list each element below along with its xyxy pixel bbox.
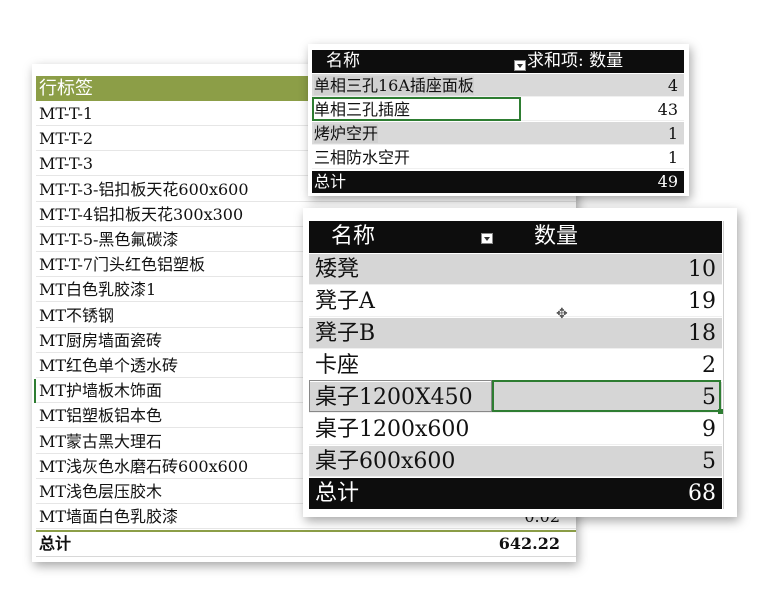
row-label: MT-T-3 [39, 154, 94, 174]
row-value: 4 [667, 76, 678, 95]
row-label: MT厨房墙面瓷砖 [39, 330, 163, 350]
grand-total-row[interactable]: 总计 642.22 [36, 530, 576, 556]
socket-pivot-table: 名称 求和项: 数量 单相三孔16A插座面板 4 单相三孔插座 43 烤炉空开 1 三相防水… [308, 44, 689, 196]
grid-line [36, 556, 576, 557]
table-row[interactable]: 桌子1200x600 9 [309, 414, 722, 445]
row-label: MT-T-2 [39, 129, 94, 149]
grand-total-value: 642.22 [498, 534, 560, 553]
pivot-header-row: 名称 数量 [309, 221, 722, 253]
selected-cell [492, 380, 723, 414]
row-label: MT浅色层压胶木 [39, 482, 163, 501]
row-value: 1 [667, 148, 678, 167]
row-label: MT-T-4铝扣板天花300x300 [39, 204, 244, 224]
row-label: 桌子600x600 [315, 449, 456, 474]
table-row[interactable]: 矮凳 10 [309, 254, 722, 285]
filter-dropdown-icon[interactable] [514, 60, 526, 71]
table-row[interactable]: 卡座 2 [309, 350, 722, 381]
row-labels-header[interactable]: 行标签 [36, 76, 334, 101]
row-value: 43 [657, 100, 678, 119]
total-label: 总计 [315, 481, 360, 506]
row-label: 矮凳 [315, 257, 360, 282]
row-label: 桌子1200x600 [315, 417, 470, 442]
move-cursor-icon: ✥ [556, 306, 568, 322]
row-value: 2 [702, 353, 716, 378]
row-value: 10 [688, 257, 716, 282]
table-row[interactable]: 凳子A 19 [309, 286, 722, 317]
row-label: 单相三孔16A插座面板 [314, 76, 474, 95]
row-label: MT红色单个透水砖 [39, 356, 179, 375]
sum-column-header[interactable]: 求和项: 数量 [527, 50, 623, 73]
row-value: 9 [702, 417, 716, 442]
row-label: MT护墙板木饰面 [39, 381, 163, 401]
row-label: MT铝塑板铝本色 [39, 406, 163, 426]
row-label: 卡座 [315, 353, 360, 378]
total-value: 49 [657, 172, 678, 191]
row-label: 凳子B [315, 321, 376, 346]
row-value: 18 [688, 321, 716, 346]
total-label: 总计 [314, 172, 347, 191]
name-column-header[interactable]: 名称 [331, 221, 375, 253]
table-row[interactable]: 凳子B 18 [309, 318, 722, 349]
total-value: 68 [688, 481, 716, 506]
row-label: MT蒙古黑大理石 [39, 431, 163, 451]
row-label: MT不锈钢 [39, 305, 115, 325]
row-label: MT-T-7门头红色铝塑板 [39, 255, 206, 275]
table-row[interactable]: 三相防水空开 1 [312, 146, 684, 169]
row-value: 5 [702, 449, 716, 474]
row-value: 19 [688, 289, 716, 314]
furniture-pivot-table: 名称 数量 矮凳 10 凳子A 19 凳子B 18 卡座 2 桌子1200X450 5 桌子1200… [303, 208, 737, 517]
row-label: MT浅灰色水磨石砖600x600 [39, 456, 249, 476]
row-highlight [309, 380, 492, 412]
total-row[interactable]: 总计 68 [309, 478, 722, 509]
row-label: 烤炉空开 [314, 124, 379, 143]
total-row[interactable]: 总计 49 [312, 171, 684, 193]
table-row[interactable]: 烤炉空开 1 [312, 122, 684, 145]
name-column-header[interactable]: 名称 [326, 50, 360, 73]
row-label: MT-T-5-黑色氟碳漆 [39, 230, 179, 249]
table-row[interactable]: 桌子600x600 5 [309, 446, 722, 477]
table-row[interactable]: 单相三孔16A插座面板 4 [312, 74, 684, 97]
row-label: MT白色乳胶漆1 [39, 280, 157, 300]
row-label: MT-T-1 [39, 104, 94, 123]
selection-marker [34, 379, 36, 403]
grand-total-label: 总计 [39, 534, 72, 553]
row-label: MT墙面白色乳胶漆 [39, 507, 179, 527]
selected-cell [312, 97, 521, 121]
row-label: 三相防水空开 [314, 148, 411, 167]
sort-filter-icon[interactable] [481, 233, 493, 244]
quantity-column-header[interactable]: 数量 [534, 221, 578, 253]
row-label: 凳子A [315, 289, 375, 314]
pivot-header-row: 名称 求和项: 数量 [312, 50, 684, 73]
grid-line [723, 221, 724, 509]
row-label: MT-T-3-铝扣板天花600x600 [39, 179, 249, 199]
row-value: 1 [667, 124, 678, 143]
